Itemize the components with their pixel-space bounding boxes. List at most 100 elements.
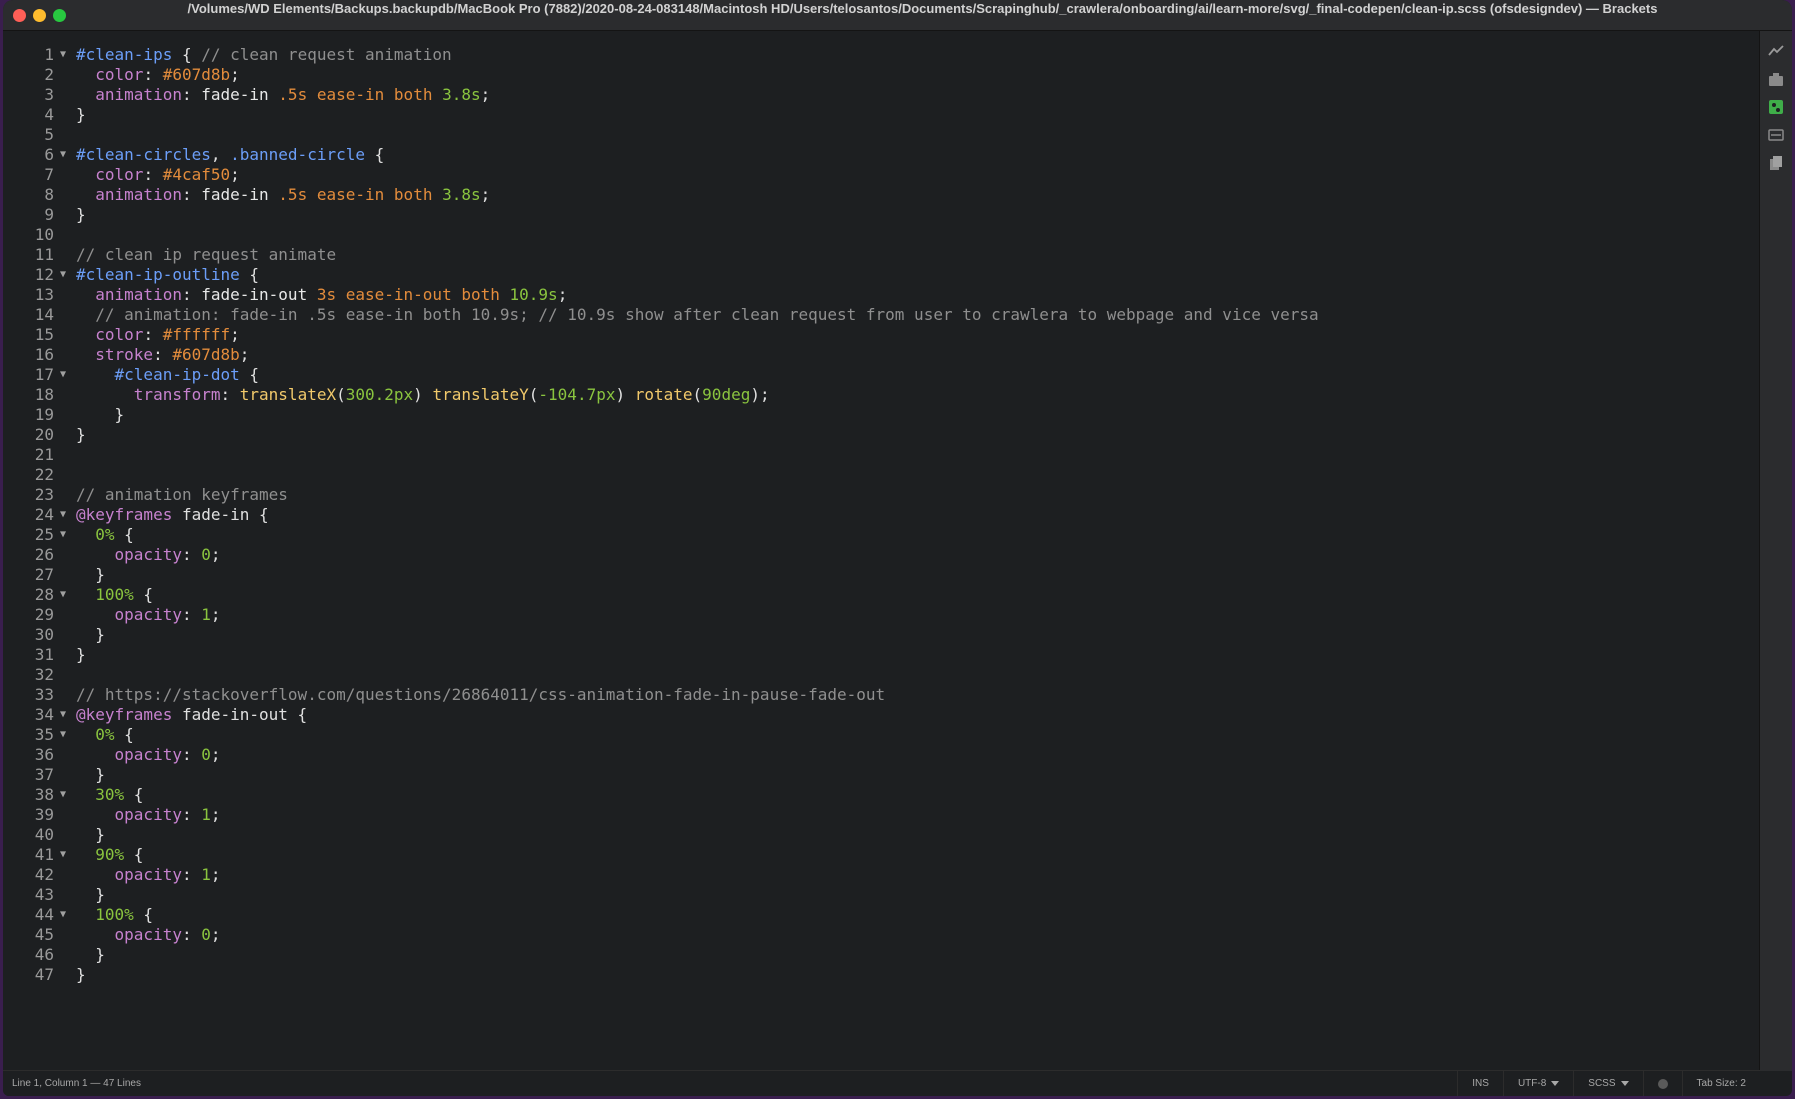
code-text: // animation: fade-in .5s ease-in both 1… xyxy=(76,305,1319,325)
code-text: } xyxy=(76,105,86,125)
linter-status[interactable] xyxy=(1642,1071,1682,1096)
code-token: opacity xyxy=(114,545,182,564)
line-number: 47 xyxy=(34,965,54,984)
code-token: } xyxy=(76,885,105,904)
fold-arrow-icon[interactable]: ▼ xyxy=(60,525,72,545)
code-token: translateX xyxy=(239,385,337,404)
fold-arrow-icon[interactable]: ▼ xyxy=(60,905,72,925)
code-token: : xyxy=(181,925,202,944)
files-icon[interactable] xyxy=(1768,155,1784,171)
code-text: 100% { xyxy=(76,905,153,925)
line-number: 7 xyxy=(44,165,54,184)
fold-arrow-icon[interactable]: ▼ xyxy=(60,585,72,605)
code-token: fade-in-out xyxy=(201,285,317,304)
encoding-dropdown[interactable]: UTF-8 xyxy=(1502,1071,1573,1096)
code-text: } xyxy=(76,405,125,425)
code-text: 30% { xyxy=(76,785,143,805)
code-token: } xyxy=(76,945,105,964)
code-token: : xyxy=(181,285,202,304)
line-number: 33 xyxy=(34,685,54,704)
code-token: #607d8b xyxy=(162,65,231,84)
code-token: fade-in { xyxy=(172,505,269,524)
code-text: stroke: #607d8b; xyxy=(76,345,249,365)
code-token: 1 xyxy=(201,805,211,824)
code-text: } xyxy=(76,625,105,645)
fold-arrow-icon[interactable]: ▼ xyxy=(60,725,72,745)
language-dropdown[interactable]: SCSS xyxy=(1573,1071,1642,1096)
line-number: 37 xyxy=(34,765,54,784)
code-token: 3.8s xyxy=(442,85,481,104)
cursor-position[interactable]: Line 1, Column 1 — 47 Lines xyxy=(12,1071,141,1096)
code-text: @keyframes fade-in-out { xyxy=(76,705,307,725)
tab-size-control[interactable]: Tab Size: 2 xyxy=(1681,1071,1760,1096)
code-token: animation xyxy=(95,185,182,204)
code-text: opacity: 1; xyxy=(76,605,221,625)
fold-arrow-icon[interactable]: ▼ xyxy=(60,845,72,865)
live-preview-icon[interactable] xyxy=(1768,43,1784,59)
line-number: 13 xyxy=(34,285,54,304)
fold-arrow-icon[interactable]: ▼ xyxy=(60,505,72,525)
code-token: { xyxy=(364,145,385,164)
window-title: /Volumes/WD Elements/Backups.backupdb/Ma… xyxy=(187,1,1658,16)
line-number: 27 xyxy=(34,565,54,584)
code-token: ; xyxy=(557,285,568,304)
code-editor[interactable]: 1 ▼ #clean-ips { // clean request animatio… xyxy=(3,31,1760,1071)
code-token: } xyxy=(76,965,86,984)
code-token: : xyxy=(181,805,202,824)
code-token: : xyxy=(143,65,163,84)
code-token: ; xyxy=(210,605,221,624)
toolbar-panel-icon[interactable] xyxy=(1768,127,1784,143)
extension-manager-icon[interactable] xyxy=(1768,71,1784,87)
code-text: } xyxy=(76,425,86,445)
code-token: opacity xyxy=(114,745,182,764)
fold-arrow-icon[interactable]: ▼ xyxy=(60,705,72,725)
fold-arrow-icon[interactable]: ▼ xyxy=(60,265,72,285)
code-token: both xyxy=(393,85,433,104)
right-toolbar xyxy=(1759,31,1792,1071)
code-token: // animation keyframes xyxy=(76,485,288,504)
code-token: #clean-circles xyxy=(76,145,211,164)
code-text: transform: translateX(300.2px) translate… xyxy=(76,385,770,405)
code-token: // clean ip request animate xyxy=(76,245,337,264)
line-number: 11 xyxy=(34,245,54,264)
fold-arrow-icon[interactable]: ▼ xyxy=(60,45,72,65)
insert-mode-toggle[interactable]: INS xyxy=(1457,1071,1503,1096)
line-number: 25 xyxy=(34,525,54,544)
chevron-down-icon xyxy=(1551,1081,1560,1086)
line-number: 36 xyxy=(34,745,54,764)
close-window-button[interactable] xyxy=(13,9,26,22)
maximize-window-button[interactable] xyxy=(53,9,66,22)
code-token: // animation: fade-in .5s ease-in both 1… xyxy=(95,305,1319,324)
code-text: 0% { xyxy=(76,525,134,545)
code-token: } xyxy=(76,565,105,584)
fold-arrow-icon[interactable]: ▼ xyxy=(60,365,72,385)
code-token: { xyxy=(133,905,154,924)
git-icon[interactable] xyxy=(1768,99,1784,115)
code-token: : xyxy=(181,605,202,624)
code-token: ; xyxy=(230,325,240,344)
code-token: { xyxy=(172,45,202,64)
code-text: #clean-circles, .banned-circle { xyxy=(76,145,384,165)
line-number: 9 xyxy=(44,205,54,224)
code-token: ( xyxy=(692,385,703,404)
code-text: animation: fade-in .5s ease-in both 3.8s… xyxy=(76,85,490,105)
code-token: 3s xyxy=(316,285,337,304)
line-number: 8 xyxy=(44,185,54,204)
minimize-window-button[interactable] xyxy=(33,9,46,22)
code-token: 0% xyxy=(95,725,115,744)
fold-arrow-icon[interactable]: ▼ xyxy=(60,145,72,165)
fold-arrow-icon[interactable]: ▼ xyxy=(60,785,72,805)
insert-mode-label: INS xyxy=(1472,1078,1489,1089)
line-number: 38 xyxy=(34,785,54,804)
